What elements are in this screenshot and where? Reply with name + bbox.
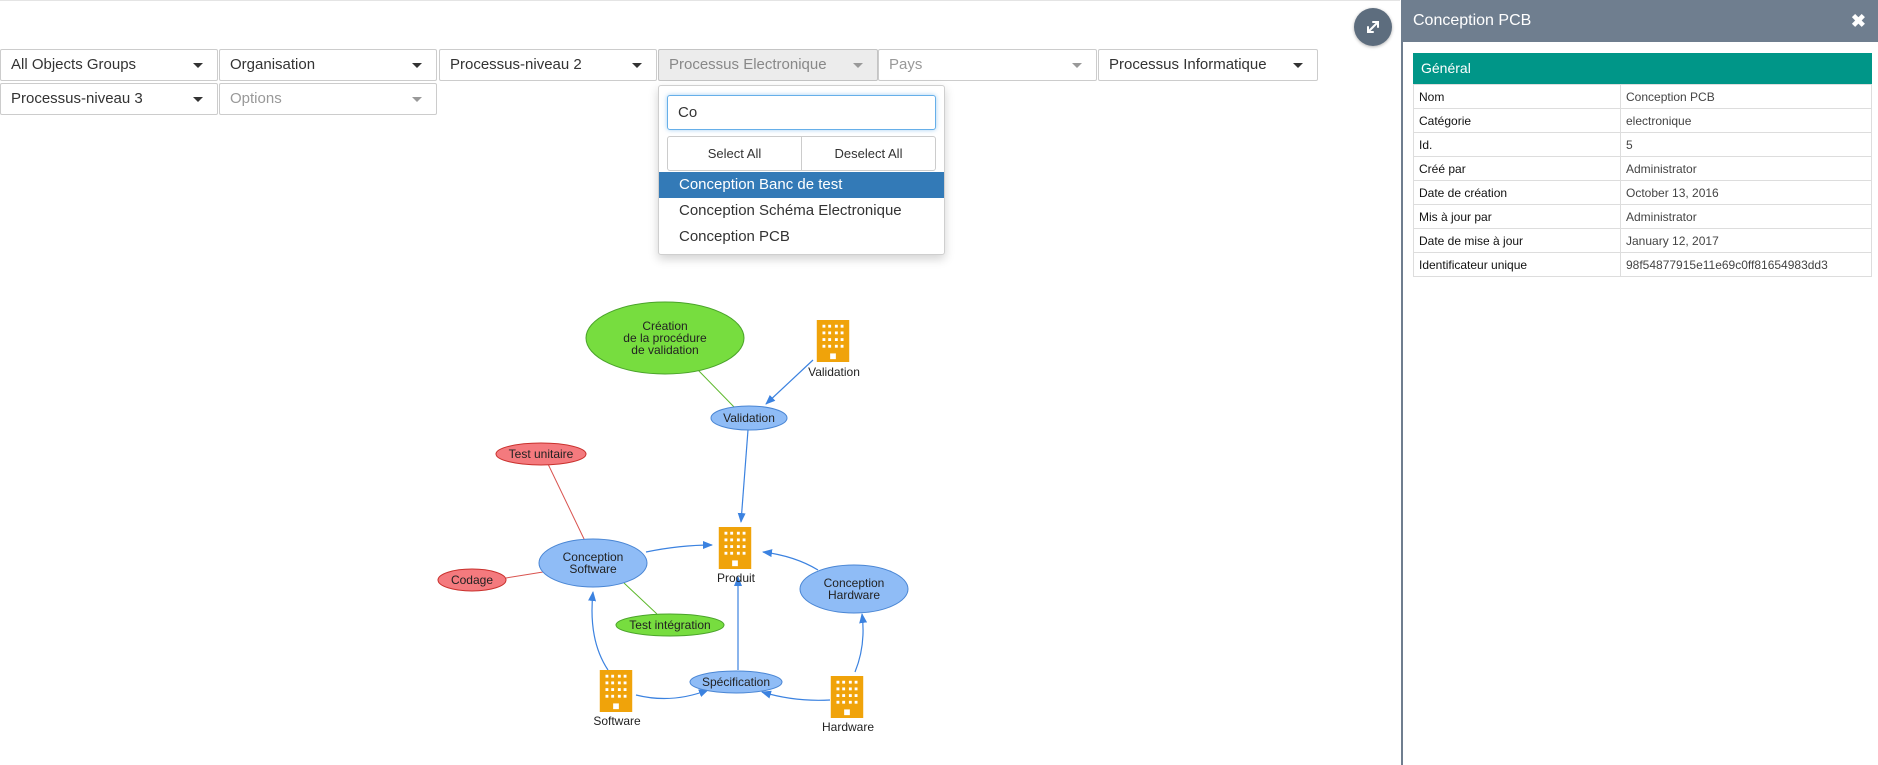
node-label: Validation	[723, 411, 775, 425]
properties-panel: Conception PCB ✖ Général Nom Conception P…	[1401, 0, 1878, 765]
edge-codage-conception-software	[505, 571, 544, 579]
node-label-line: Hardware	[828, 588, 880, 602]
expand-button[interactable]	[1354, 8, 1392, 46]
edge-conception-software-testintegration	[623, 582, 658, 615]
edge-validation-icon-to-validation	[765, 359, 814, 405]
node-test-integration[interactable]: Test intégration	[615, 613, 725, 637]
building-icon	[599, 670, 633, 712]
building-icon	[816, 320, 850, 362]
deselect-all-button[interactable]: Deselect All	[801, 137, 935, 170]
property-key: Date de mise à jour	[1413, 228, 1621, 253]
property-key: Identificateur unique	[1413, 252, 1621, 277]
node-creation-procedure-validation[interactable]: Création de la procédure de validation	[585, 301, 745, 375]
processus-electronique-dropdown: Select All Deselect All Conception Banc …	[658, 85, 945, 255]
property-value: Administrator	[1620, 204, 1872, 229]
edge-testunitaire-conception-software	[547, 463, 586, 542]
node-produit-building[interactable]: Produit	[717, 527, 756, 585]
dropdown-option[interactable]: Conception PCB	[659, 224, 944, 250]
node-validation-building[interactable]: Validation	[808, 320, 860, 379]
select-all-button[interactable]: Select All	[668, 137, 801, 170]
property-key: Créé par	[1413, 156, 1621, 181]
table-row: Catégorie electronique	[1413, 108, 1872, 133]
node-label: Produit	[717, 571, 756, 585]
panel-title: Conception PCB	[1413, 12, 1532, 29]
table-row: Date de mise à jour January 12, 2017	[1413, 228, 1872, 253]
dropdown-option[interactable]: Conception Banc de test	[659, 172, 944, 198]
node-label: Hardware	[822, 720, 874, 734]
edge-validation-to-produit	[737, 429, 749, 523]
building-icon	[830, 676, 864, 718]
node-label: Test unitaire	[509, 447, 574, 461]
property-value: 5	[1620, 132, 1872, 157]
dropdown-search-input[interactable]	[667, 95, 936, 130]
node-codage[interactable]: Codage	[437, 568, 507, 592]
node-validation[interactable]: Validation	[710, 405, 788, 431]
node-label: Test intégration	[629, 618, 710, 632]
property-value: Conception PCB	[1620, 84, 1872, 109]
table-row: Identificateur unique 98f54877915e11e69c0…	[1413, 252, 1872, 277]
edge-hardware-to-conception-hardware	[854, 613, 868, 673]
edge-hardware-to-specification	[761, 690, 831, 701]
node-label: Spécification	[702, 675, 770, 689]
table-row: Date de création October 13, 2016	[1413, 180, 1872, 205]
table-row: Mis à jour par Administrator	[1413, 204, 1872, 229]
panel-header: Conception PCB ✖	[1403, 0, 1878, 42]
dropdown-actions: Select All Deselect All	[667, 136, 936, 171]
edge-software-to-conception-software	[588, 591, 609, 671]
property-key: Mis à jour par	[1413, 204, 1621, 229]
dropdown-option[interactable]: Conception Schéma Electronique	[659, 198, 944, 224]
node-specification[interactable]: Spécification	[689, 670, 783, 694]
edge-conception-hardware-to-produit	[762, 549, 819, 571]
node-hardware-building[interactable]: Hardware	[822, 676, 874, 734]
node-conception-software[interactable]: Conception Software	[538, 538, 648, 588]
node-label-line: de validation	[631, 343, 698, 357]
node-test-unitaire[interactable]: Test unitaire	[495, 442, 587, 466]
close-icon[interactable]: ✖	[1851, 0, 1866, 42]
property-key: Date de création	[1413, 180, 1621, 205]
edge-conception-software-to-produit	[645, 541, 713, 553]
section-title[interactable]: Général	[1413, 53, 1872, 84]
node-label: Codage	[451, 573, 493, 587]
property-value: October 13, 2016	[1620, 180, 1872, 205]
table-row: Créé par Administrator	[1413, 156, 1872, 181]
property-key: Catégorie	[1413, 108, 1621, 133]
table-row: Id. 5	[1413, 132, 1872, 157]
node-label-line: Software	[569, 562, 617, 576]
building-icon	[718, 527, 752, 569]
node-conception-hardware[interactable]: Conception Hardware	[799, 564, 909, 614]
section-general: Général Nom Conception PCB Catégorie elect…	[1413, 53, 1872, 277]
property-value: 98f54877915e11e69c0ff81654983dd3	[1620, 252, 1872, 277]
property-key: Id.	[1413, 132, 1621, 157]
property-value: January 12, 2017	[1620, 228, 1872, 253]
node-label: Validation	[808, 365, 860, 379]
property-value: Administrator	[1620, 156, 1872, 181]
property-value: electronique	[1620, 108, 1872, 133]
dropdown-options: Conception Banc de test Conception Schém…	[659, 172, 944, 250]
node-software-building[interactable]: Software	[593, 670, 641, 728]
edge-creation-validation	[697, 369, 738, 411]
table-row: Nom Conception PCB	[1413, 84, 1872, 109]
properties-table: Nom Conception PCB Catégorie electronique …	[1413, 84, 1872, 277]
edge-software-to-specification	[635, 689, 709, 700]
node-label: Software	[593, 714, 641, 728]
property-key: Nom	[1413, 84, 1621, 109]
expand-arrows-icon	[1367, 21, 1379, 33]
